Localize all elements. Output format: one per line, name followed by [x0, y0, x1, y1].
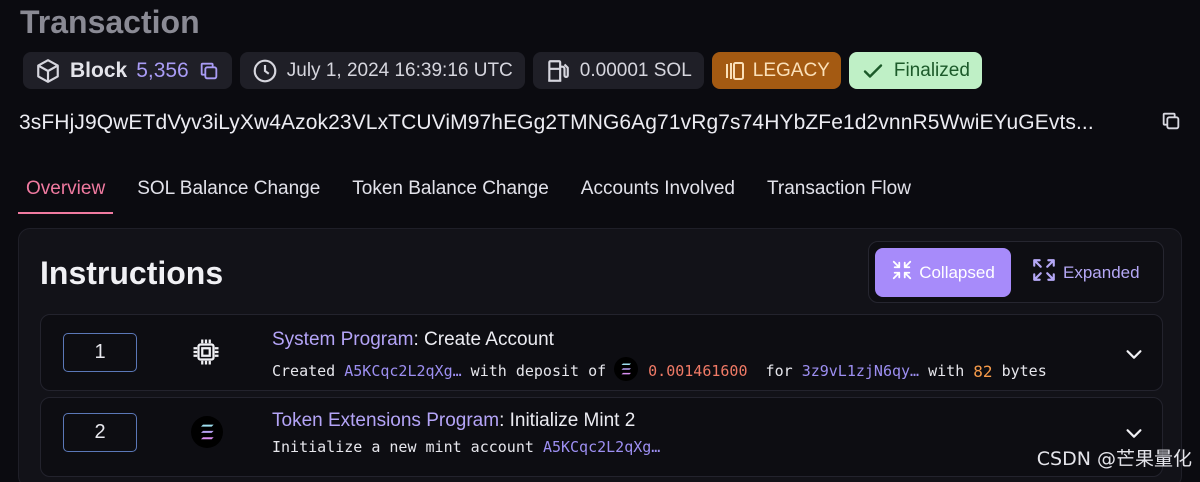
instructions-title: Instructions [40, 255, 224, 291]
tab-token-balance-change[interactable]: Token Balance Change [344, 170, 556, 214]
expanded-button[interactable]: Expanded [1031, 248, 1159, 297]
desc-text: with deposit of [461, 362, 607, 380]
solana-logo-icon [191, 416, 223, 453]
byte-count: 82 [973, 361, 993, 381]
copy-icon[interactable] [198, 60, 220, 82]
fee-badge: 0.00001 SOL [532, 52, 704, 89]
cube-icon [35, 58, 61, 84]
desc-text: Initialize a new mint account [272, 438, 543, 456]
expand-arrows-icon [1031, 257, 1057, 288]
instruction-title: System Program: Create Account [272, 329, 554, 351]
tab-transaction-flow[interactable]: Transaction Flow [759, 170, 919, 214]
collapsed-button[interactable]: Collapsed [875, 248, 1011, 297]
fuel-pump-icon [545, 58, 571, 84]
check-icon [861, 59, 885, 83]
instruction-row[interactable]: 2 Token Extensions Program: Initialize M… [40, 397, 1163, 477]
block-label: Block [70, 58, 128, 82]
account-link[interactable]: A5KCqc2L2qXg… [344, 362, 461, 380]
instruction-index: 2 [63, 413, 137, 452]
status-badge: Finalized [848, 52, 982, 89]
status-text: Finalized [893, 59, 970, 81]
account-link[interactable]: A5KCqc2L2qXg… [543, 438, 660, 456]
solana-logo-icon [614, 357, 639, 385]
collapse-arrows-icon [891, 259, 913, 286]
instruction-index: 1 [63, 333, 137, 372]
version-text: LEGACY [752, 59, 830, 81]
instruction-description: Created A5KCqc2L2qXg… with deposit of 0.… [272, 357, 1047, 385]
timestamp-text: July 1, 2024 16:39:16 UTC [286, 59, 513, 81]
tab-overview[interactable]: Overview [18, 170, 114, 214]
desc-text: for [747, 362, 802, 380]
chevron-down-icon[interactable] [1123, 343, 1145, 370]
signature-copy-icon[interactable] [1160, 110, 1182, 137]
transaction-tabs: Overview SOL Balance Change Token Balanc… [18, 170, 935, 214]
transaction-badges: Block 5,356 July 1, 2024 16:39:16 UTC 0.… [23, 52, 982, 89]
watermark: CSDN @芒果量化 [1036, 448, 1192, 470]
instruction-description: Initialize a new mint account A5KCqc2L2q… [272, 438, 660, 456]
tab-accounts-involved[interactable]: Accounts Involved [573, 170, 743, 214]
expanded-label: Expanded [1063, 262, 1140, 282]
program-link[interactable]: Token Extensions Program [272, 410, 499, 431]
cpu-chip-icon [191, 337, 221, 372]
desc-text: bytes [992, 362, 1047, 380]
page-title: Transaction [20, 4, 200, 40]
program-link[interactable]: System Program [272, 329, 413, 350]
tab-sol-balance-change[interactable]: SOL Balance Change [129, 170, 328, 214]
instruction-title: Token Extensions Program: Initialize Min… [272, 410, 635, 432]
legacy-icon [723, 59, 747, 83]
transaction-page: Transaction Block 5,356 July 1, 2024 16:… [0, 0, 1200, 482]
block-number[interactable]: 5,356 [136, 59, 189, 83]
view-toggle: Collapsed Expanded [868, 241, 1164, 303]
block-badge[interactable]: Block 5,356 [23, 52, 232, 89]
target-account-link[interactable]: 3z9vL1zjN6qy… [802, 362, 919, 380]
timestamp-badge: July 1, 2024 16:39:16 UTC [239, 52, 525, 89]
desc-text: Created [272, 362, 345, 380]
instruction-action: : Create Account [413, 329, 554, 350]
desc-text: with [919, 362, 974, 380]
version-badge: LEGACY [711, 52, 841, 89]
fee-text: 0.00001 SOL [579, 59, 692, 81]
instruction-row[interactable]: 1 System Program: Create Account Created… [40, 314, 1163, 391]
instructions-card: Instructions Collapsed Expanded 1 System… [18, 228, 1182, 482]
transaction-signature[interactable]: 3sFHjJ9QwETdVyv3iLyXw4Azok23VLxTCUViM97h… [19, 111, 1144, 135]
collapsed-label: Collapsed [919, 262, 995, 282]
deposit-amount: 0.001461600 [648, 362, 748, 380]
clock-icon [252, 58, 278, 84]
instruction-action: : Initialize Mint 2 [499, 410, 636, 431]
